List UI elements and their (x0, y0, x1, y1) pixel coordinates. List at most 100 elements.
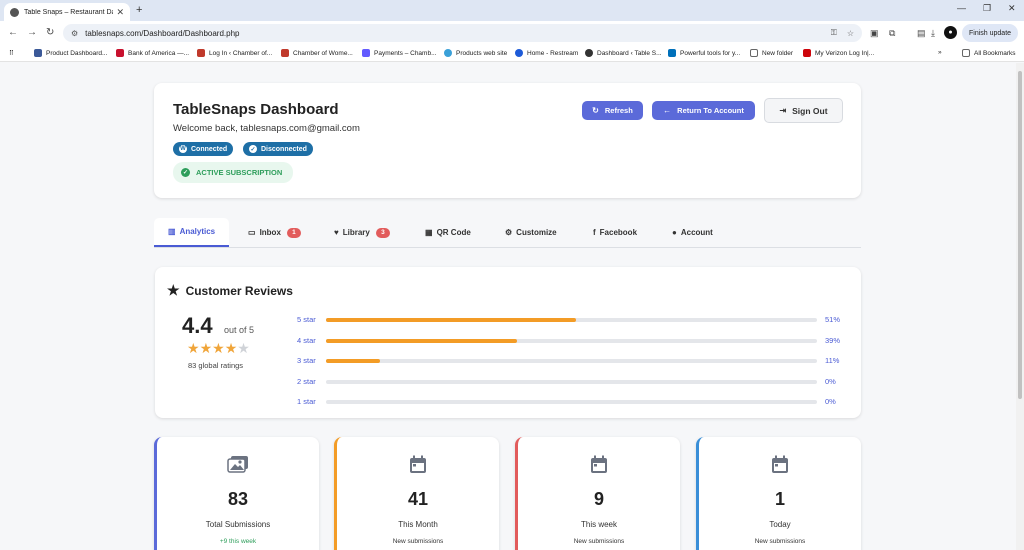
reviews-title: Customer Reviews (185, 283, 293, 298)
back-icon[interactable]: ← (8, 27, 18, 38)
bookmark-item[interactable]: Powerful tools for y... (668, 49, 740, 57)
tab-analytics[interactable]: ▥ Analytics (154, 218, 230, 247)
more-bookmarks-icon[interactable]: » (938, 49, 942, 56)
rating-row-4: 4 star 39% (297, 336, 842, 346)
tab-library[interactable]: ♥ Library 3 (334, 218, 390, 247)
rating-bar-fill (326, 359, 380, 363)
star-rating: ★★★★★ (187, 340, 250, 357)
bookmark-item[interactable]: Dashboard ‹ Table S... (585, 49, 662, 57)
rating-row-label[interactable]: 3 star (297, 356, 319, 365)
rating-bar-track (326, 318, 817, 322)
page-scrollbar[interactable] (1016, 63, 1024, 550)
bookmark-favicon-icon (803, 49, 811, 57)
bookmark-favicon-icon (197, 49, 205, 57)
bookmark-item[interactable]: Log In ‹ Chamber of... (197, 49, 272, 57)
star-filled-icon: ★ (224, 340, 238, 356)
calendar-icon (518, 455, 680, 479)
page-title: TableSnaps Dashboard (173, 101, 339, 118)
bookmark-item[interactable]: Product Dashboard... (34, 49, 107, 57)
rating-row-label[interactable]: 5 star (297, 315, 319, 324)
rating-row-percent[interactable]: 51% (825, 315, 840, 324)
bookmark-label: Payments – Chamb... (374, 49, 437, 57)
arrow-left-icon: ← (663, 106, 672, 115)
cast-icon[interactable]: ▣ (870, 28, 879, 39)
bookmark-item[interactable]: Home - Restream (515, 49, 578, 57)
user-icon: ● (672, 228, 677, 237)
sidepanel-icon[interactable]: ▤ (917, 28, 926, 39)
tab-inbox[interactable]: ▭ Inbox 1 (248, 218, 301, 247)
stat-subtext: +9 this week (219, 538, 257, 545)
bookmark-label: Bank of America —... (128, 49, 190, 57)
stat-value: 41 (407, 489, 429, 509)
rating-row-label[interactable]: 1 star (297, 397, 319, 406)
rating-bar-fill (326, 339, 518, 343)
inbox-icon: ▭ (248, 228, 256, 237)
new-tab-icon[interactable]: + (136, 4, 142, 16)
rating-bar-track (326, 359, 817, 363)
rating-bar-track (326, 339, 817, 343)
check-circle-icon: ✓ (249, 145, 257, 153)
bookmark-item[interactable]: Payments – Chamb... (362, 49, 437, 57)
reload-icon[interactable]: ↻ (46, 27, 54, 38)
rating-row-percent[interactable]: 0% (825, 397, 836, 406)
stat-value: 9 (593, 489, 604, 509)
disconnected-label: Disconnected (261, 145, 307, 153)
bookmark-favicon-icon (116, 49, 124, 57)
rating-row-3: 3 star 11% (297, 356, 842, 366)
disconnected-badge: ✓ Disconnected (243, 142, 313, 156)
rating-row-label[interactable]: 2 star (297, 377, 319, 386)
site-info-icon[interactable]: ⚙ (71, 29, 78, 38)
extensions-icon[interactable]: ⧉ (889, 28, 895, 39)
close-tab-icon[interactable]: ✕ (116, 7, 124, 18)
bookmark-label: Chamber of Wome... (293, 49, 353, 57)
subscription-badge: ✓ ACTIVE SUBSCRIPTION (173, 162, 293, 183)
facebook-icon: f (593, 228, 596, 237)
forward-icon[interactable]: → (27, 27, 37, 38)
stat-label: This Month (398, 520, 438, 529)
rating-row-label[interactable]: 4 star (297, 336, 319, 345)
address-bar[interactable]: ⚙ tablesnaps.com/Dashboard/Dashboard.php… (63, 24, 862, 42)
tab-label: QR Code (436, 228, 471, 237)
browser-tabbar: Table Snaps – Restaurant Dashb ✕ + — ❐ ✕ (0, 0, 1024, 21)
rating-row-percent[interactable]: 39% (825, 336, 840, 345)
url-text: tablesnaps.com/Dashboard/Dashboard.php (85, 28, 240, 38)
bookmark-item[interactable]: My Verizon Log In|... (803, 49, 874, 57)
rating-row-percent[interactable]: 0% (825, 377, 836, 386)
stat-card-month: 41 This Month New submissions (334, 437, 499, 550)
scrollbar-thumb[interactable] (1018, 71, 1022, 399)
finish-update-button[interactable]: Finish update (962, 24, 1019, 42)
bookmark-label: Home - Restream (527, 49, 579, 57)
bookmark-item[interactable]: Chamber of Wome... (281, 49, 353, 57)
sign-out-button[interactable]: ⇥ Sign Out (764, 98, 843, 123)
return-to-account-button[interactable]: ← Return To Account (652, 101, 755, 120)
restore-icon[interactable]: ❐ (983, 3, 991, 14)
tab-account[interactable]: ● Account (672, 218, 713, 247)
stat-subtext: New submissions (392, 538, 444, 545)
tab-customize[interactable]: ⚙ Customize (505, 218, 557, 247)
close-window-icon[interactable]: ✕ (1008, 3, 1016, 14)
stat-label: Today (769, 520, 791, 529)
bookmark-item[interactable]: Bank of America —... (116, 49, 189, 57)
tab-label: Inbox (259, 228, 281, 237)
rating-bar-fill (326, 318, 577, 322)
star-filled-icon: ★ (199, 340, 213, 356)
return-to-account-label: Return To Account (677, 106, 744, 115)
password-key-icon[interactable]: ⚿ (831, 28, 837, 38)
rating-row-percent[interactable]: 11% (825, 356, 839, 365)
refresh-button[interactable]: ↻ Refresh (582, 101, 643, 120)
bookmark-item[interactable]: Products web site (444, 49, 507, 57)
bookmark-star-icon[interactable]: ☆ (847, 29, 854, 38)
browser-tab[interactable]: Table Snaps – Restaurant Dashb ✕ (4, 3, 130, 21)
tab-facebook[interactable]: f Facebook (593, 218, 637, 247)
global-ratings-count: 83 global ratings (188, 361, 244, 370)
apps-grid-icon[interactable]: ⠿ (9, 49, 14, 57)
tab-qr-code[interactable]: ▦ QR Code (425, 218, 471, 247)
profile-avatar[interactable]: ● (944, 26, 957, 39)
download-icon[interactable]: ⤓ (931, 28, 935, 39)
tab-label: Analytics (179, 227, 216, 236)
stat-card-today: 1 Today New submissions (696, 437, 861, 550)
bookmark-favicon-icon (362, 49, 370, 57)
all-bookmarks-folder[interactable]: All Bookmarks (962, 49, 1016, 57)
bookmark-folder[interactable]: New folder (750, 49, 793, 57)
minimize-icon[interactable]: — (957, 3, 966, 13)
